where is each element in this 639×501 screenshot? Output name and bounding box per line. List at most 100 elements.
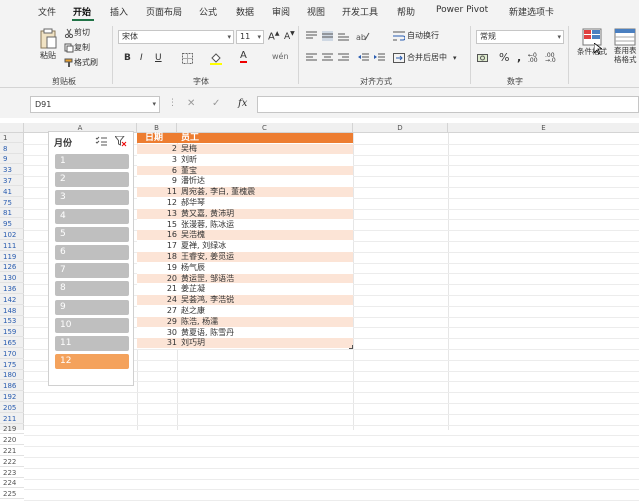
menu-data[interactable]: 数据	[236, 5, 254, 18]
slicer-item-7[interactable]: 7	[55, 263, 129, 279]
row-header[interactable]: 205	[0, 403, 24, 413]
phonetic-button[interactable]: wén	[272, 52, 289, 61]
staff-cell[interactable]: 周宛荟, 李白, 董槐震	[181, 187, 255, 198]
staff-cell[interactable]: 吴梅	[181, 144, 197, 155]
confirm-icon[interactable]: ✓	[212, 98, 220, 109]
grow-font-button[interactable]: A▲	[268, 30, 279, 42]
table-row[interactable]: 6 董宝	[137, 165, 353, 177]
table-row[interactable]: 2 吴梅	[137, 144, 353, 155]
day-cell[interactable]: 13	[137, 209, 177, 220]
staff-cell[interactable]: 董宝	[181, 166, 197, 177]
menu-insert[interactable]: 插入	[110, 5, 128, 18]
table-row[interactable]: 31 刘巧玥	[137, 338, 353, 350]
staff-cell[interactable]: 郝华琴	[181, 198, 205, 209]
slicer-item-4[interactable]: 4	[55, 208, 129, 224]
menu-developer[interactable]: 开发工具	[342, 5, 378, 18]
menu-home[interactable]: 开始	[73, 5, 91, 18]
slicer-item-5[interactable]: 5	[55, 226, 129, 242]
day-cell[interactable]: 30	[137, 328, 177, 339]
slicer-item-8[interactable]: 8	[55, 281, 129, 297]
table-row[interactable]: 11 周宛荟, 李白, 董槐震	[137, 187, 353, 198]
day-cell[interactable]: 3	[137, 155, 177, 166]
row-header[interactable]: 224	[0, 478, 24, 489]
paste-button[interactable]: 粘贴	[38, 28, 58, 61]
column-header-b[interactable]: B	[137, 123, 177, 133]
header-staff[interactable]: 员工	[181, 133, 199, 143]
align-middle-icon[interactable]	[322, 31, 333, 41]
staff-cell[interactable]: 姜芷凝	[181, 284, 205, 295]
header-day[interactable]: 日期	[145, 133, 163, 143]
day-cell[interactable]: 6	[137, 166, 177, 177]
slicer-item-6[interactable]: 6	[55, 245, 129, 260]
align-top-icon[interactable]	[306, 31, 317, 41]
day-cell[interactable]: 11	[137, 187, 177, 198]
staff-cell[interactable]: 黄夏语, 陈雪丹	[181, 328, 234, 339]
shrink-font-button[interactable]: A▼	[284, 30, 295, 42]
row-header[interactable]: 165	[0, 338, 24, 348]
row-header[interactable]: 142	[0, 295, 24, 305]
row-header[interactable]: 95	[0, 219, 24, 230]
row-header[interactable]: 220	[0, 435, 24, 446]
insert-function-button[interactable]: fx	[238, 98, 247, 109]
row-header[interactable]: 211	[0, 414, 24, 424]
formula-input[interactable]	[257, 96, 639, 113]
border-icon[interactable]	[182, 53, 193, 64]
bold-button[interactable]: B	[124, 53, 131, 63]
align-bottom-icon[interactable]	[338, 31, 349, 41]
slicer-item-2[interactable]: 2	[55, 172, 129, 188]
table-row[interactable]: 9 潘忻达	[137, 176, 353, 188]
name-box[interactable]: D91 ▾	[30, 96, 160, 113]
row-header[interactable]: 175	[0, 360, 24, 370]
table-row[interactable]: 17 夏禅, 刘绿冰	[137, 241, 353, 252]
row-header[interactable]: 186	[0, 381, 24, 392]
day-cell[interactable]: 19	[137, 263, 177, 274]
multi-select-icon[interactable]	[95, 136, 107, 146]
staff-cell[interactable]: 吴浩槐	[181, 230, 205, 241]
row-header[interactable]: 102	[0, 230, 24, 240]
row-header[interactable]: 111	[0, 241, 24, 251]
slicer-item-3[interactable]: 3	[55, 190, 129, 206]
cancel-icon[interactable]: ✕	[187, 98, 195, 109]
percent-button[interactable]: %	[499, 51, 509, 64]
row-header[interactable]: 126	[0, 262, 24, 273]
currency-icon[interactable]	[477, 53, 491, 63]
decrease-decimal-button[interactable]: .00 →.0	[545, 53, 556, 64]
comma-style-button[interactable]: ,	[517, 51, 521, 64]
day-cell[interactable]: 2	[137, 144, 177, 155]
row-header[interactable]: 148	[0, 306, 24, 316]
menu-formulas[interactable]: 公式	[199, 5, 217, 18]
row-header[interactable]: 41	[0, 187, 24, 197]
staff-cell[interactable]: 黄又嘉, 黄沛玥	[181, 209, 234, 220]
copy-button[interactable]: 复制	[64, 42, 90, 53]
align-center-icon[interactable]	[322, 53, 333, 63]
table-row[interactable]: 16 吴浩槐	[137, 230, 353, 242]
row-header[interactable]: 223	[0, 468, 24, 478]
row-header[interactable]: 222	[0, 457, 24, 467]
staff-cell[interactable]: 刘昕	[181, 155, 197, 166]
row-header[interactable]: 119	[0, 252, 24, 262]
font-color-button[interactable]: A	[240, 50, 247, 63]
staff-cell[interactable]: 吴荟鸿, 李浩锐	[181, 295, 234, 306]
day-cell[interactable]: 31	[137, 338, 177, 349]
staff-cell[interactable]: 张漫蓉, 陈冰运	[181, 220, 234, 231]
table-row[interactable]: 13 黄又嘉, 黄沛玥	[137, 208, 353, 220]
staff-cell[interactable]: 王睿安, 姜觅运	[181, 252, 234, 263]
merge-center-button[interactable]: 合并后居中 ▾	[393, 52, 457, 63]
row-header[interactable]: 192	[0, 392, 24, 402]
table-row[interactable]: 29 陈浩, 杨濡	[137, 316, 353, 328]
row-header[interactable]: 9	[0, 154, 24, 165]
row-header[interactable]: 8	[0, 144, 24, 154]
column-header-d[interactable]: D	[353, 123, 448, 133]
menu-review[interactable]: 审阅	[272, 5, 290, 18]
menu-view[interactable]: 视图	[307, 5, 325, 18]
staff-cell[interactable]: 黄运罡, 邹语浩	[181, 274, 234, 285]
align-right-icon[interactable]	[338, 53, 349, 63]
slicer-item-9[interactable]: 9	[55, 299, 129, 315]
row-header[interactable]: 33	[0, 165, 24, 176]
menu-power-pivot[interactable]: Power Pivot	[436, 5, 488, 15]
font-name-select[interactable]: 宋体 ▾	[118, 30, 234, 44]
day-cell[interactable]: 18	[137, 252, 177, 263]
row-header[interactable]: 136	[0, 284, 24, 294]
staff-cell[interactable]: 夏禅, 刘绿冰	[181, 241, 226, 252]
align-left-icon[interactable]	[306, 53, 317, 63]
